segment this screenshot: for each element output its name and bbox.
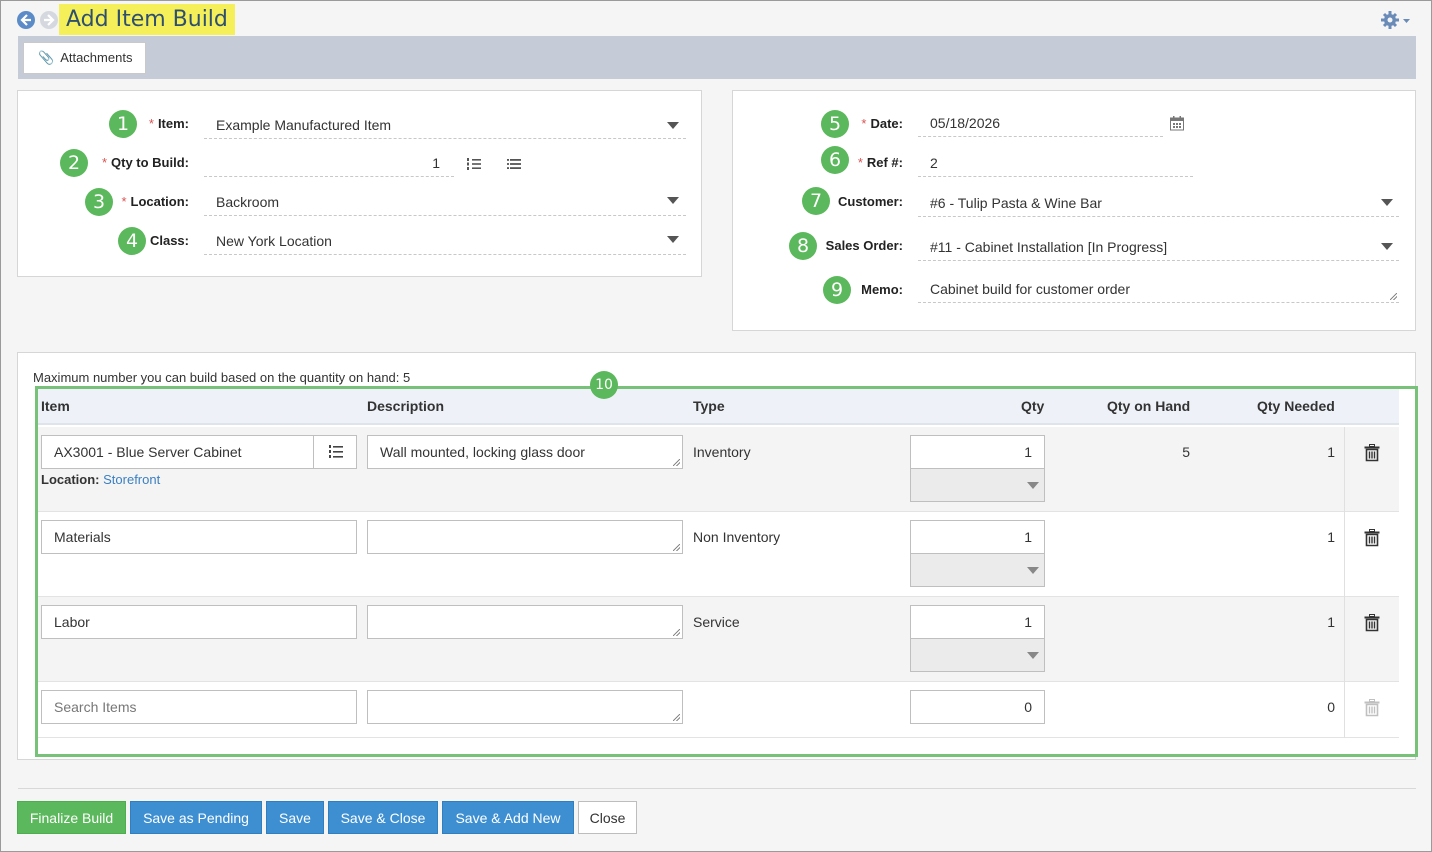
save-as-pending-button[interactable]: Save as Pending	[130, 801, 262, 834]
date-label: * Date:	[861, 116, 903, 131]
date-input[interactable]: 05/18/2026	[918, 109, 1163, 137]
callout-badge: 10	[590, 371, 618, 399]
save-add-new-button[interactable]: Save & Add New	[442, 801, 574, 834]
max-build-info: Maximum number you can build based on th…	[33, 370, 411, 385]
memo-textarea[interactable]: Cabinet build for customer order	[918, 275, 1399, 303]
dropdown-caret-icon	[667, 236, 679, 243]
close-button[interactable]: Close	[578, 801, 637, 834]
tab-bar: 📎 Attachments	[18, 36, 1416, 79]
ref-input[interactable]: 2	[918, 149, 1193, 177]
location-select[interactable]: Backroom	[204, 188, 686, 216]
class-label: Class:	[149, 233, 189, 248]
sales-order-select[interactable]: #11 - Cabinet Installation [In Progress]	[918, 233, 1399, 261]
forward-arrow-icon[interactable]	[40, 11, 58, 29]
page-title: Add Item Build	[59, 4, 235, 35]
dropdown-caret-icon	[667, 122, 679, 129]
callout-badge: 4	[118, 227, 146, 255]
qty-to-build-label: * Qty to Build:	[101, 155, 189, 170]
memo-label: Memo:	[861, 282, 903, 297]
callout-badge: 6	[821, 146, 849, 174]
qty-to-build-input[interactable]: 1	[204, 149, 454, 177]
tab-attachments-label: Attachments	[60, 50, 133, 65]
callout-badge: 7	[802, 187, 830, 215]
list-icon[interactable]	[506, 156, 522, 172]
callout-badge: 2	[60, 149, 88, 177]
tab-attachments[interactable]: 📎 Attachments	[23, 42, 146, 74]
finalize-build-button[interactable]: Finalize Build	[17, 801, 126, 834]
customer-label: Customer:	[837, 194, 903, 209]
dropdown-caret-icon	[667, 197, 679, 204]
back-arrow-icon[interactable]	[17, 11, 35, 29]
numbered-list-icon[interactable]	[466, 156, 482, 172]
callout-badge: 8	[789, 232, 817, 260]
dropdown-caret-icon	[1381, 199, 1393, 206]
paperclip-icon: 📎	[38, 50, 55, 65]
callout-badge: 1	[109, 110, 137, 138]
item-select[interactable]: Example Manufactured Item	[204, 111, 686, 139]
item-label: * Item:	[148, 116, 189, 131]
customer-select[interactable]: #6 - Tulip Pasta & Wine Bar	[918, 189, 1399, 217]
class-select[interactable]: New York Location	[204, 227, 686, 255]
location-label: * Location:	[121, 194, 189, 209]
ref-label: * Ref #:	[857, 155, 903, 170]
dropdown-caret-icon	[1381, 243, 1393, 250]
callout-badge: 5	[821, 110, 849, 138]
gear-icon[interactable]	[1381, 11, 1413, 31]
calendar-icon[interactable]	[1170, 116, 1184, 131]
save-close-button[interactable]: Save & Close	[328, 801, 438, 834]
callout-badge: 9	[823, 276, 851, 304]
callout-badge: 3	[85, 188, 113, 216]
footer-divider	[18, 788, 1416, 789]
grid-highlight-outline	[35, 386, 1418, 757]
sales-order-label: Sales Order:	[825, 238, 903, 253]
app-frame: Add Item Build 📎 Attachments 1 * Item: Exa…	[0, 0, 1432, 852]
save-button[interactable]: Save	[266, 801, 324, 834]
